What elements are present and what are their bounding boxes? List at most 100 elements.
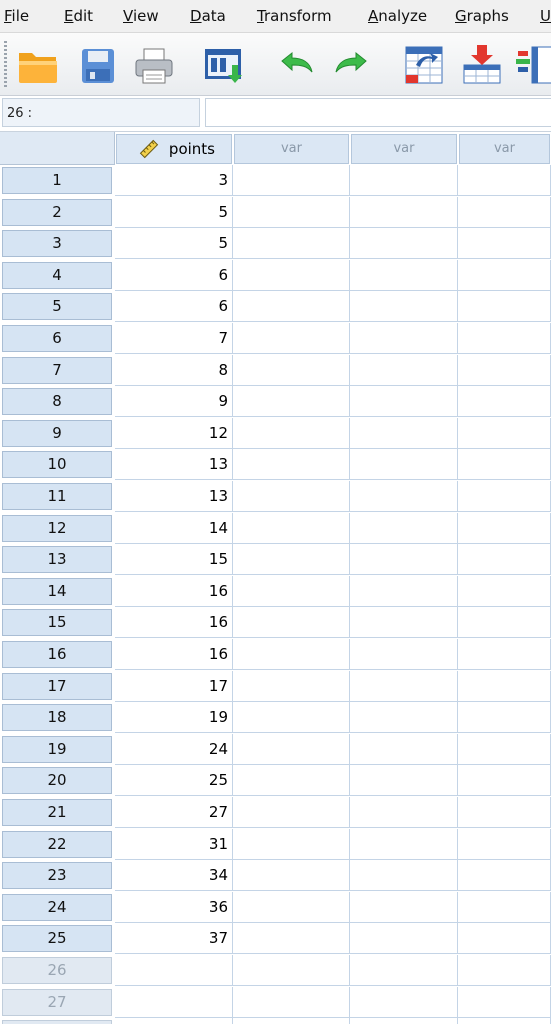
cell-empty[interactable] bbox=[350, 165, 458, 196]
cell-points[interactable]: 37 bbox=[115, 923, 233, 954]
row-header[interactable]: 18 bbox=[2, 704, 112, 731]
cell-empty[interactable] bbox=[458, 449, 551, 480]
cell-points[interactable]: 24 bbox=[115, 734, 233, 765]
column-header-var[interactable]: var bbox=[459, 134, 550, 164]
cell-empty[interactable] bbox=[458, 165, 551, 196]
cell-points[interactable]: 12 bbox=[115, 418, 233, 449]
menu-u[interactable]: U bbox=[540, 7, 551, 25]
cell-empty[interactable] bbox=[458, 355, 551, 386]
cell-empty[interactable] bbox=[233, 797, 350, 828]
row-header[interactable]: 2 bbox=[2, 199, 112, 226]
menu-edit[interactable]: Edit bbox=[64, 7, 93, 25]
dialog-recall-icon[interactable] bbox=[202, 43, 246, 87]
cell-empty[interactable] bbox=[233, 765, 350, 796]
row-header[interactable]: 3 bbox=[2, 230, 112, 257]
cell-points[interactable]: 27 bbox=[115, 797, 233, 828]
cell-empty[interactable] bbox=[350, 797, 458, 828]
row-header[interactable]: 16 bbox=[2, 641, 112, 668]
row-header[interactable]: 6 bbox=[2, 325, 112, 352]
cell-empty[interactable] bbox=[350, 829, 458, 860]
cell-empty[interactable] bbox=[350, 386, 458, 417]
cell-empty[interactable] bbox=[233, 671, 350, 702]
cell-empty[interactable] bbox=[458, 671, 551, 702]
cell-empty[interactable] bbox=[350, 734, 458, 765]
cell-points[interactable]: 7 bbox=[115, 323, 233, 354]
cell-empty[interactable] bbox=[350, 355, 458, 386]
cell-empty[interactable] bbox=[458, 291, 551, 322]
cell-empty[interactable] bbox=[233, 449, 350, 480]
cell-empty[interactable] bbox=[458, 765, 551, 796]
cell-empty[interactable] bbox=[458, 797, 551, 828]
row-header[interactable]: 17 bbox=[2, 673, 112, 700]
row-header[interactable]: 21 bbox=[2, 799, 112, 826]
cell-empty[interactable] bbox=[458, 513, 551, 544]
redo-icon[interactable] bbox=[330, 43, 374, 87]
cell-empty[interactable] bbox=[458, 860, 551, 891]
save-icon[interactable] bbox=[76, 43, 120, 87]
cell-empty[interactable] bbox=[233, 639, 350, 670]
cell-empty[interactable] bbox=[458, 607, 551, 638]
cell-empty[interactable] bbox=[233, 892, 350, 923]
row-header[interactable]: 26 bbox=[2, 957, 112, 984]
row-header[interactable]: 14 bbox=[2, 578, 112, 605]
cell-empty[interactable] bbox=[458, 576, 551, 607]
insert-variable-icon[interactable] bbox=[514, 43, 551, 87]
cell-empty[interactable] bbox=[350, 639, 458, 670]
row-header[interactable]: 23 bbox=[2, 862, 112, 889]
cell-empty[interactable] bbox=[458, 197, 551, 228]
cell-empty[interactable] bbox=[350, 892, 458, 923]
row-header[interactable]: 10 bbox=[2, 451, 112, 478]
row-header[interactable]: 1 bbox=[2, 167, 112, 194]
go-to-case-icon[interactable] bbox=[402, 43, 446, 87]
cell-empty[interactable] bbox=[350, 1018, 458, 1024]
cell-empty[interactable] bbox=[350, 544, 458, 575]
row-header[interactable]: 25 bbox=[2, 925, 112, 952]
cell-empty[interactable] bbox=[350, 228, 458, 259]
row-header[interactable]: 4 bbox=[2, 262, 112, 289]
cell-empty[interactable] bbox=[350, 513, 458, 544]
cell-points[interactable]: 15 bbox=[115, 544, 233, 575]
cell-empty[interactable] bbox=[233, 323, 350, 354]
cell-empty[interactable] bbox=[233, 607, 350, 638]
cell-empty[interactable] bbox=[350, 923, 458, 954]
cell-empty[interactable] bbox=[458, 386, 551, 417]
cell-points[interactable]: 3 bbox=[115, 165, 233, 196]
cell-empty[interactable] bbox=[350, 291, 458, 322]
row-header[interactable]: 19 bbox=[2, 736, 112, 763]
cell-empty[interactable] bbox=[458, 544, 551, 575]
cell-empty[interactable] bbox=[458, 702, 551, 733]
cell-empty[interactable] bbox=[233, 987, 350, 1018]
cell-empty[interactable] bbox=[233, 481, 350, 512]
cell-empty[interactable] bbox=[233, 513, 350, 544]
cell-points[interactable]: 34 bbox=[115, 860, 233, 891]
cell-points[interactable]: 6 bbox=[115, 291, 233, 322]
cell-empty[interactable] bbox=[350, 860, 458, 891]
cell-points[interactable]: 14 bbox=[115, 513, 233, 544]
cell-empty[interactable] bbox=[233, 702, 350, 733]
cell-empty[interactable] bbox=[458, 481, 551, 512]
cell-empty[interactable] bbox=[458, 923, 551, 954]
cell-empty[interactable] bbox=[350, 702, 458, 733]
menu-transform[interactable]: Transform bbox=[257, 7, 332, 25]
cell-empty[interactable] bbox=[350, 323, 458, 354]
cell-empty[interactable] bbox=[233, 955, 350, 986]
cell-points[interactable]: 19 bbox=[115, 702, 233, 733]
open-folder-icon[interactable] bbox=[16, 43, 60, 87]
cell-empty[interactable] bbox=[233, 291, 350, 322]
cell-empty[interactable] bbox=[350, 449, 458, 480]
cell-empty[interactable] bbox=[458, 323, 551, 354]
cell-empty[interactable] bbox=[233, 197, 350, 228]
menu-analyze[interactable]: Analyze bbox=[368, 7, 427, 25]
column-header-var[interactable]: var bbox=[234, 134, 349, 164]
row-header[interactable]: 20 bbox=[2, 767, 112, 794]
cell-empty[interactable] bbox=[458, 260, 551, 291]
cell-points[interactable]: 16 bbox=[115, 639, 233, 670]
cell-points[interactable] bbox=[115, 1018, 233, 1024]
cell-empty[interactable] bbox=[233, 829, 350, 860]
row-header[interactable]: 28 bbox=[2, 1020, 112, 1024]
cell-empty[interactable] bbox=[458, 955, 551, 986]
cell-points[interactable]: 25 bbox=[115, 765, 233, 796]
insert-cases-icon[interactable] bbox=[460, 43, 504, 87]
cell-points[interactable]: 17 bbox=[115, 671, 233, 702]
grid-corner[interactable] bbox=[0, 132, 115, 165]
